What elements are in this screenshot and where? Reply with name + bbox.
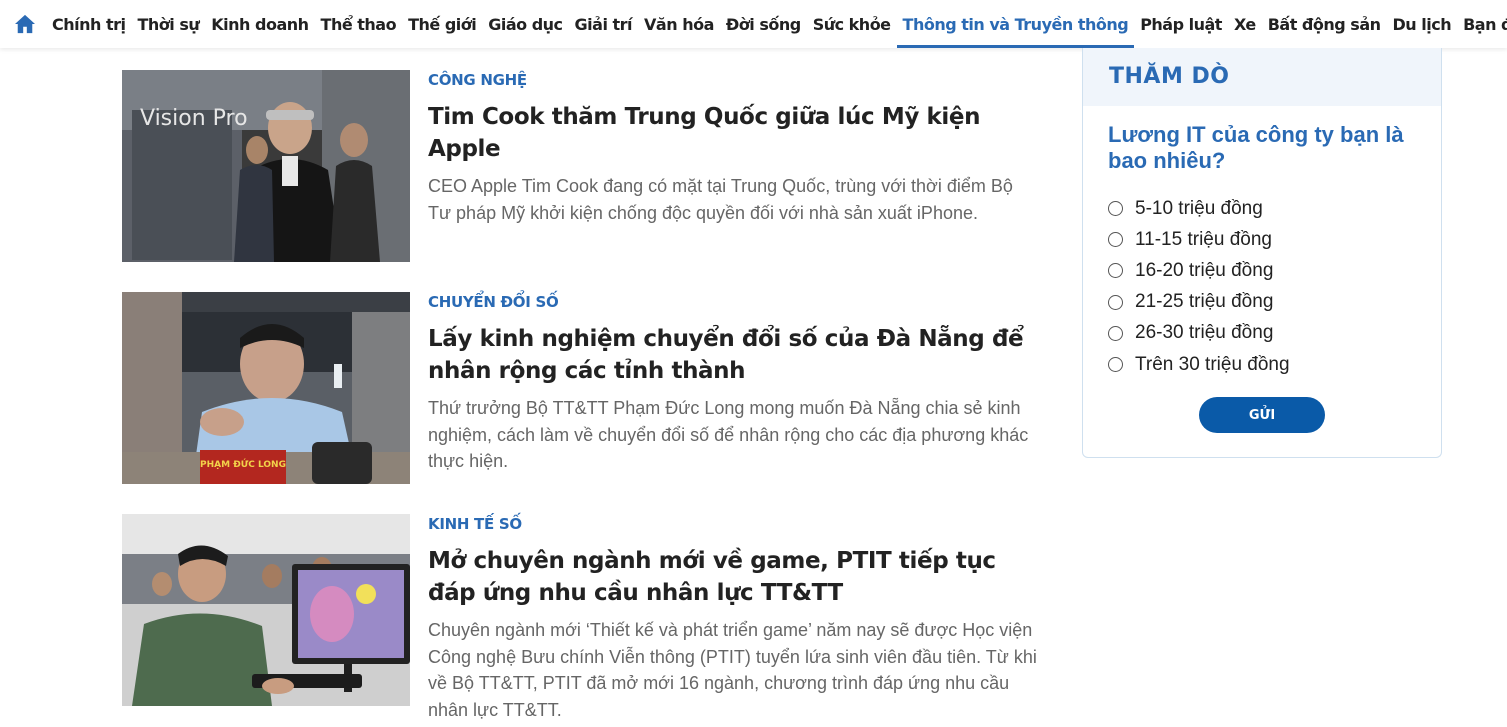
article-category[interactable]: Công nghệ <box>428 70 527 90</box>
poll-option-label: Trên 30 triệu đồng <box>1135 353 1290 375</box>
meeting-photo: PHẠM ĐỨC LONG <box>122 292 410 484</box>
article-category[interactable]: Kinh tế số <box>428 514 522 534</box>
article-category[interactable]: Chuyển đổi số <box>428 292 559 312</box>
tim-cook-photo: Vision Pro <box>122 70 410 262</box>
poll-option[interactable]: 5-10 triệu đồng <box>1108 193 1441 224</box>
poll-option[interactable]: 11-15 triệu đồng <box>1108 224 1441 255</box>
article-title[interactable]: Tim Cook thăm Trung Quốc giữa lúc Mỹ kiệ… <box>428 101 1040 165</box>
nav-item[interactable]: Thời sự <box>132 0 206 48</box>
nav-item[interactable]: Du lịch <box>1387 0 1458 48</box>
article-list: Vision Pro Công nghệ Tim Cook thăm Trung… <box>122 70 1042 727</box>
article-item: Vision Pro Công nghệ Tim Cook thăm Trung… <box>122 70 1042 292</box>
article-thumbnail[interactable]: PHẠM ĐỨC LONG <box>122 292 410 484</box>
article-description: Thứ trưởng Bộ TT&TT Phạm Đức Long mong m… <box>428 398 1029 471</box>
radio-button[interactable] <box>1108 357 1123 373</box>
nav-item[interactable]: Kinh doanh <box>205 0 314 48</box>
article-thumbnail[interactable] <box>122 514 410 706</box>
nav-item[interactable]: Chính trị <box>46 0 132 48</box>
radio-button[interactable] <box>1108 201 1123 217</box>
nav-item[interactable]: Giải trí <box>569 0 639 48</box>
poll-option[interactable]: 16-20 triệu đồng <box>1108 255 1441 286</box>
poll-option-label: 21-25 triệu đồng <box>1135 291 1274 313</box>
article-body: Công nghệ Tim Cook thăm Trung Quốc giữa … <box>428 70 1040 226</box>
poll-option[interactable]: Trên 30 triệu đồng <box>1108 349 1441 380</box>
article-thumbnail[interactable]: Vision Pro <box>122 70 410 262</box>
radio-button[interactable] <box>1108 325 1123 341</box>
nav-item[interactable]: Thế giới <box>402 0 482 48</box>
article-title[interactable]: Lấy kinh nghiệm chuyển đổi số của Đà Nẵn… <box>428 323 1040 387</box>
nav-item[interactable]: Bạn đọc <box>1457 0 1507 48</box>
nav-item[interactable]: Bất động sản <box>1262 0 1387 48</box>
home-link[interactable] <box>14 0 36 48</box>
article-description: Chuyên ngành mới ‘Thiết kế và phát triển… <box>428 620 1037 720</box>
nav-menu: Chính trị Thời sự Kinh doanh Thể thao Thế gi… <box>46 0 1507 48</box>
nameplate-text: PHẠM ĐỨC LONG <box>200 458 286 470</box>
vision-pro-sign: Vision Pro <box>140 106 248 131</box>
poll-option-label: 11-15 triệu đồng <box>1135 228 1272 250</box>
nav-item[interactable]: Thông tin và Truyền thông <box>896 0 1135 48</box>
poll-option-label: 5-10 triệu đồng <box>1135 197 1263 219</box>
nav-item[interactable]: Xe <box>1228 0 1262 48</box>
nav-item[interactable]: Văn hóa <box>638 0 720 48</box>
article-description: CEO Apple Tim Cook đang có mặt tại Trung… <box>428 176 1013 223</box>
top-navigation: Chính trị Thời sự Kinh doanh Thể thao Thế gi… <box>0 0 1507 48</box>
nav-item[interactable]: Thể thao <box>315 0 403 48</box>
poll-submit-button[interactable]: GỬI <box>1199 397 1325 433</box>
home-icon <box>15 14 35 34</box>
radio-button[interactable] <box>1108 232 1123 248</box>
nav-item[interactable]: Sức khỏe <box>807 0 897 48</box>
nav-item[interactable]: Đời sống <box>720 0 807 48</box>
radio-button[interactable] <box>1108 263 1123 279</box>
article-title[interactable]: Mở chuyên ngành mới về game, PTIT tiếp t… <box>428 545 1040 609</box>
game-design-photo <box>122 514 410 706</box>
poll-option-label: 16-20 triệu đồng <box>1135 259 1274 281</box>
poll-question: Lương IT của công ty bạn là bao nhiêu? <box>1108 122 1404 173</box>
poll-heading: THĂM DÒ <box>1083 48 1441 106</box>
poll-widget: THĂM DÒ Lương IT của công ty bạn là bao … <box>1082 48 1442 458</box>
nav-item[interactable]: Giáo dục <box>482 0 568 48</box>
radio-button[interactable] <box>1108 294 1123 310</box>
poll-option[interactable]: 21-25 triệu đồng <box>1108 287 1441 318</box>
article-item: PHẠM ĐỨC LONG Chuyển đổi số Lấy kinh ngh… <box>122 292 1042 514</box>
article-body: Kinh tế số Mở chuyên ngành mới về game, … <box>428 514 1040 723</box>
poll-option[interactable]: 26-30 triệu đồng <box>1108 318 1441 349</box>
poll-option-label: 26-30 triệu đồng <box>1135 322 1274 344</box>
nav-item[interactable]: Pháp luật <box>1134 0 1228 48</box>
article-item: Kinh tế số Mở chuyên ngành mới về game, … <box>122 514 1042 727</box>
article-body: Chuyển đổi số Lấy kinh nghiệm chuyển đổi… <box>428 292 1040 475</box>
poll-options: 5-10 triệu đồng 11-15 triệu đồng 16-20 tri… <box>1108 193 1441 380</box>
